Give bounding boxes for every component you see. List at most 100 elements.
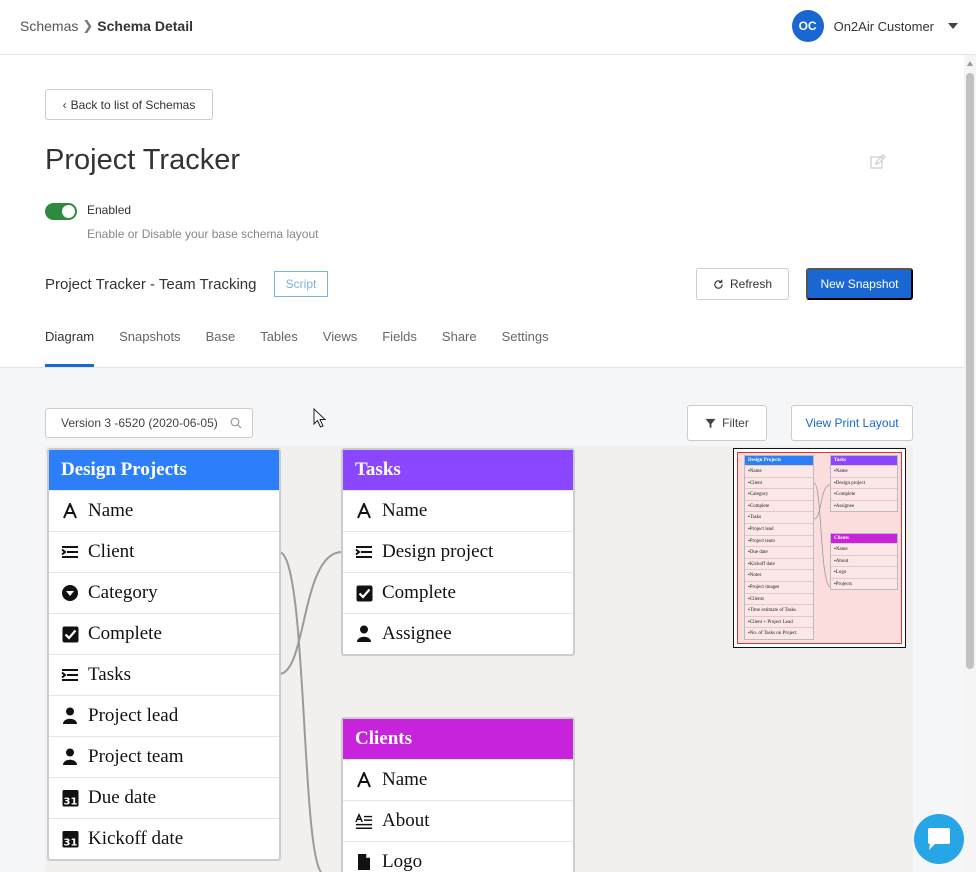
field-row[interactable]: Category: [49, 572, 279, 613]
filter-button[interactable]: Filter: [687, 405, 767, 441]
edit-icon[interactable]: [870, 154, 886, 170]
table-header: Design Projects: [49, 450, 279, 490]
field-label: About: [382, 810, 430, 831]
toggle-help-text: Enable or Disable your base schema layou…: [87, 227, 319, 241]
top-bar: Schemas ❯ Schema Detail OC On2Air Custom…: [0, 0, 976, 55]
diagram-minimap[interactable]: Design Projects Name Client Category Com…: [733, 448, 906, 648]
tab-settings[interactable]: Settings: [502, 320, 549, 367]
field-label: Name: [382, 769, 428, 790]
field-label: Client: [88, 541, 135, 562]
text-icon: [355, 502, 373, 520]
tab-fields[interactable]: Fields: [382, 320, 417, 367]
field-row[interactable]: Assignee: [343, 613, 573, 654]
field-row[interactable]: 31 Due date: [49, 777, 279, 818]
minimap-field: Project team: [745, 534, 813, 547]
checkbox-icon: [355, 584, 373, 602]
field-row[interactable]: Complete: [49, 613, 279, 654]
checkbox-icon: [61, 625, 79, 643]
minimap-viewport[interactable]: Design Projects Name Client Category Com…: [737, 452, 902, 644]
field-label: Tasks: [88, 664, 132, 685]
minimap-field: Name: [745, 465, 813, 477]
minimap-field: About: [831, 554, 897, 567]
minimap-field: Project lead: [745, 522, 813, 535]
page-scrollbar[interactable]: [964, 55, 976, 872]
field-row[interactable]: Complete: [343, 572, 573, 613]
back-button-label: Back to list of Schemas: [70, 97, 196, 112]
tab-snapshots[interactable]: Snapshots: [119, 320, 180, 367]
caret-down-icon[interactable]: [948, 23, 958, 29]
tab-share[interactable]: Share: [442, 320, 477, 367]
filter-icon: [705, 418, 716, 428]
user-icon: [355, 625, 373, 643]
view-print-layout-button[interactable]: View Print Layout: [791, 405, 913, 441]
chat-bubble-icon: [928, 828, 950, 850]
user-icon: [61, 748, 79, 766]
avatar[interactable]: OC: [791, 10, 824, 42]
field-row[interactable]: Client: [49, 531, 279, 572]
user-name[interactable]: On2Air Customer: [834, 19, 934, 34]
field-row[interactable]: Logo: [343, 841, 573, 872]
search-icon: [230, 417, 242, 429]
table-tasks[interactable]: Tasks Name Design project Complete Assig…: [341, 448, 575, 656]
tab-diagram[interactable]: Diagram: [45, 320, 95, 367]
field-row[interactable]: Tasks: [49, 654, 279, 695]
long-text-icon: [355, 812, 373, 830]
minimap-field: Name: [831, 465, 897, 477]
field-row[interactable]: About: [343, 800, 573, 841]
page-title: Project Tracker: [45, 144, 240, 176]
scroll-up-icon[interactable]: [967, 61, 973, 66]
minimap-field: Tasks: [745, 511, 813, 523]
field-row[interactable]: Project team: [49, 736, 279, 777]
table-header: Clients: [343, 719, 573, 759]
field-label: Kickoff date: [88, 828, 184, 849]
refresh-button[interactable]: Refresh: [696, 268, 789, 300]
user-menu[interactable]: OC On2Air Customer: [791, 10, 958, 42]
svg-text:31: 31: [63, 838, 77, 849]
minimap-field: Design project: [831, 476, 897, 489]
minimap-field: Client + Project Lead: [745, 615, 813, 628]
refresh-icon: [714, 279, 723, 289]
tab-views[interactable]: Views: [323, 320, 357, 367]
field-label: Complete: [88, 623, 162, 644]
minimap-field: Logo: [831, 566, 897, 578]
link-icon: [61, 543, 79, 561]
link-icon: [355, 543, 373, 561]
field-label: Assignee: [382, 623, 452, 644]
field-row[interactable]: Name: [343, 759, 573, 800]
filter-label: Filter: [722, 416, 749, 430]
back-to-schemas-button[interactable]: ‹ Back to list of Schemas: [45, 89, 213, 120]
minimap-field: Category: [745, 488, 813, 500]
minimap-field: Time estimate of Tasks: [745, 604, 813, 616]
version-select[interactable]: Version 3 -6520 (2020-06-05): [45, 408, 253, 438]
table-clients[interactable]: Clients Name About Logo: [341, 717, 575, 872]
breadcrumb-schemas-link[interactable]: Schemas: [20, 18, 78, 34]
chevron-left-icon: ‹: [62, 97, 67, 112]
tab-bar: Diagram Snapshots Base Tables Views Fiel…: [45, 320, 549, 367]
field-label: Name: [382, 500, 428, 521]
tab-tables[interactable]: Tables: [260, 320, 298, 367]
minimap-field: Clients: [745, 592, 813, 605]
field-row[interactable]: Name: [343, 490, 573, 531]
tab-base[interactable]: Base: [206, 320, 236, 367]
minimap-field: Complete: [831, 488, 897, 500]
attachment-icon: [355, 853, 373, 871]
chat-button[interactable]: [914, 814, 964, 864]
field-row[interactable]: 31 Kickoff date: [49, 818, 279, 859]
minimap-field: No. of Tasks on Project: [745, 627, 813, 639]
new-snapshot-button[interactable]: New Snapshot: [806, 268, 913, 300]
svg-text:31: 31: [63, 797, 77, 808]
field-row[interactable]: Design project: [343, 531, 573, 572]
text-icon: [61, 502, 79, 520]
field-row[interactable]: Project lead: [49, 695, 279, 736]
minimap-field: Kickoff date: [745, 557, 813, 570]
base-name: Project Tracker - Team Tracking: [45, 276, 257, 293]
field-label: Due date: [88, 787, 157, 808]
mouse-pointer-icon: [313, 408, 327, 428]
field-row[interactable]: Name: [49, 490, 279, 531]
script-badge[interactable]: Script: [274, 271, 328, 297]
toggle-label: Enabled: [87, 203, 132, 217]
enabled-toggle[interactable]: [45, 203, 77, 220]
scrollbar-thumb[interactable]: [966, 73, 974, 669]
table-design-projects[interactable]: Design Projects Name Client Category Com…: [47, 448, 281, 861]
minimap-field: Projects: [831, 577, 897, 590]
